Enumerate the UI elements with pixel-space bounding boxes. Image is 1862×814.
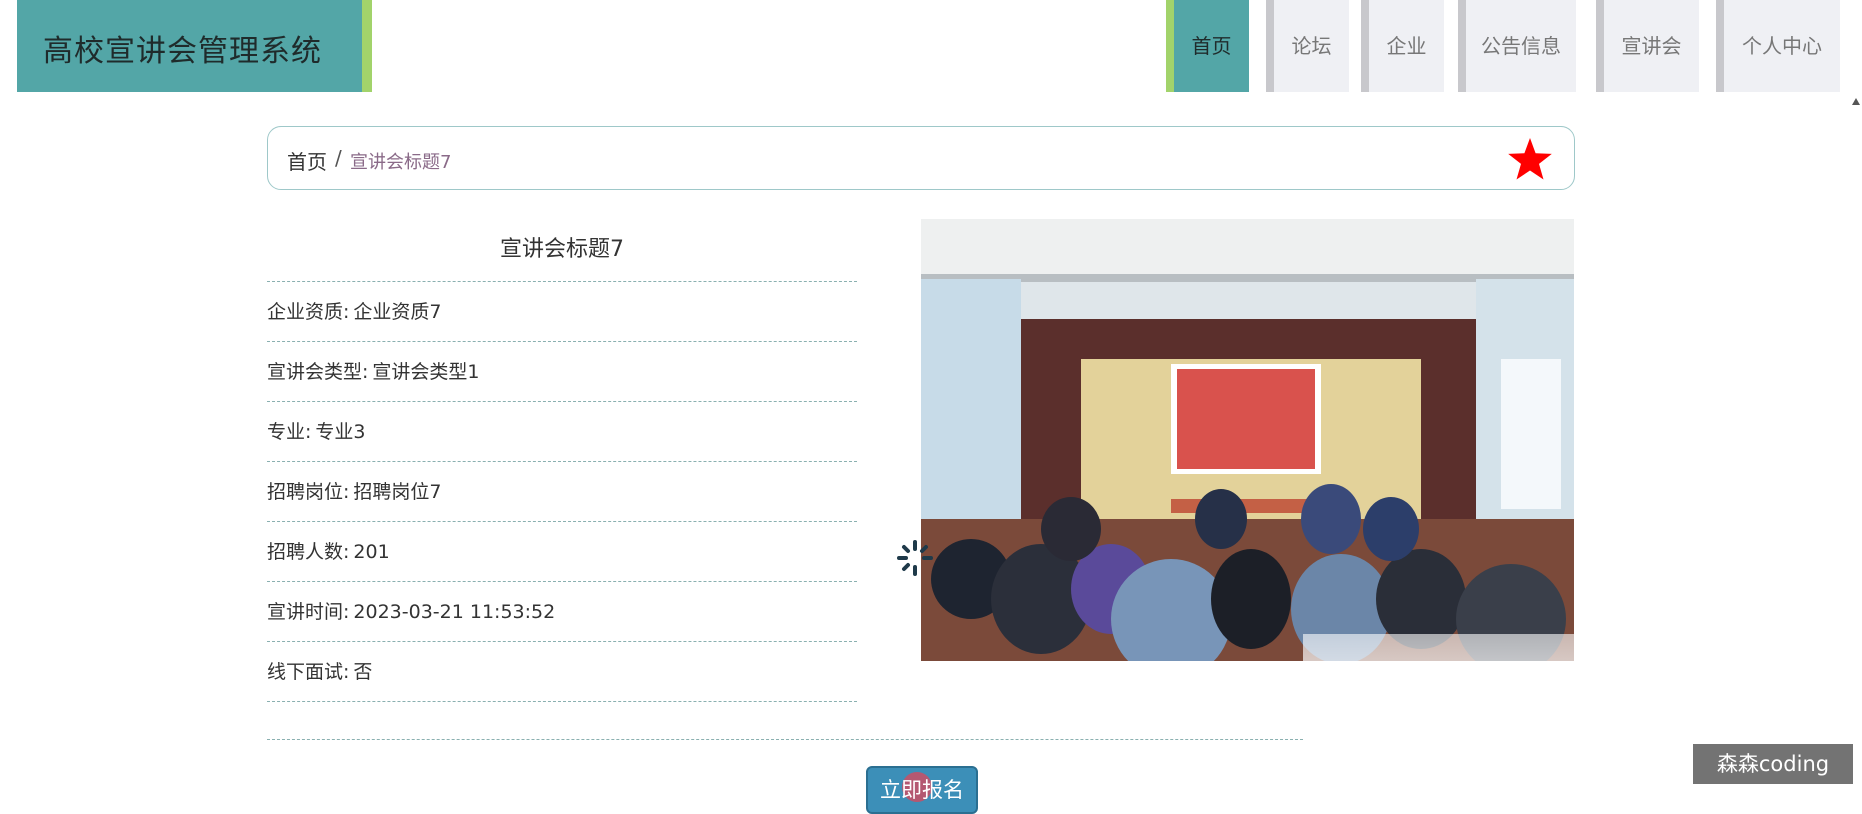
nav-home[interactable]: 首页 — [1166, 0, 1249, 92]
detail-label: 专业: — [267, 421, 312, 443]
detail-value: 2023-03-21 11:53:52 — [353, 601, 556, 623]
detail-title: 宣讲会标题7 — [267, 220, 857, 282]
spinner-icon — [897, 540, 933, 576]
nav-company[interactable]: 企业 — [1361, 0, 1444, 92]
nav-forum[interactable]: 论坛 — [1266, 0, 1349, 92]
detail-value: 201 — [353, 541, 390, 563]
nav-announcements[interactable]: 公告信息 — [1458, 0, 1576, 92]
detail-row-type: 宣讲会类型: 宣讲会类型1 — [267, 342, 857, 402]
breadcrumb-home[interactable]: 首页 — [287, 146, 327, 175]
detail-label: 招聘人数: — [267, 541, 350, 563]
detail-value: 专业3 — [315, 421, 366, 443]
watermark: 森森coding — [1693, 744, 1853, 784]
detail-value: 招聘岗位7 — [353, 481, 442, 503]
site-logo[interactable]: 高校宣讲会管理系统 — [17, 0, 372, 92]
detail-label: 宣讲时间: — [267, 601, 350, 623]
detail-value: 宣讲会类型1 — [372, 361, 480, 383]
presentation-photo — [921, 219, 1574, 661]
nav-profile[interactable]: 个人中心 — [1716, 0, 1840, 92]
section-divider — [267, 739, 1303, 740]
image-fade-overlay — [1303, 634, 1583, 744]
detail-row-time: 宣讲时间: 2023-03-21 11:53:52 — [267, 582, 857, 642]
detail-label: 招聘岗位: — [267, 481, 350, 503]
presentation-details: 宣讲会标题7 企业资质: 企业资质7 宣讲会类型: 宣讲会类型1 专业: 专业3 招聘… — [267, 220, 857, 702]
detail-label: 宣讲会类型: — [267, 361, 369, 383]
detail-value: 否 — [353, 661, 373, 683]
detail-value: 企业资质7 — [353, 301, 442, 323]
signup-button[interactable]: 立即报名 — [866, 766, 978, 814]
detail-row-offline-interview: 线下面试: 否 — [267, 642, 857, 702]
breadcrumb-current: 宣讲会标题7 — [350, 152, 452, 173]
site-title: 高校宣讲会管理系统 — [43, 34, 322, 69]
breadcrumb-separator: / — [335, 146, 342, 170]
top-header: 高校宣讲会管理系统 首页 论坛 企业 公告信息 宣讲会 个人中心 — [0, 0, 1862, 94]
breadcrumb: 首页 / 宣讲会标题7 — [267, 126, 1575, 190]
detail-row-qualification: 企业资质: 企业资质7 — [267, 282, 857, 342]
detail-label: 线下面试: — [267, 661, 350, 683]
detail-row-headcount: 招聘人数: 201 — [267, 522, 857, 582]
star-icon[interactable] — [1506, 135, 1554, 183]
signup-button-label: 立即报名 — [880, 778, 964, 802]
detail-label: 企业资质: — [267, 301, 350, 323]
scroll-up-arrow[interactable] — [1852, 98, 1860, 105]
detail-row-position: 招聘岗位: 招聘岗位7 — [267, 462, 857, 522]
nav-presentations[interactable]: 宣讲会 — [1596, 0, 1699, 92]
detail-row-major: 专业: 专业3 — [267, 402, 857, 462]
